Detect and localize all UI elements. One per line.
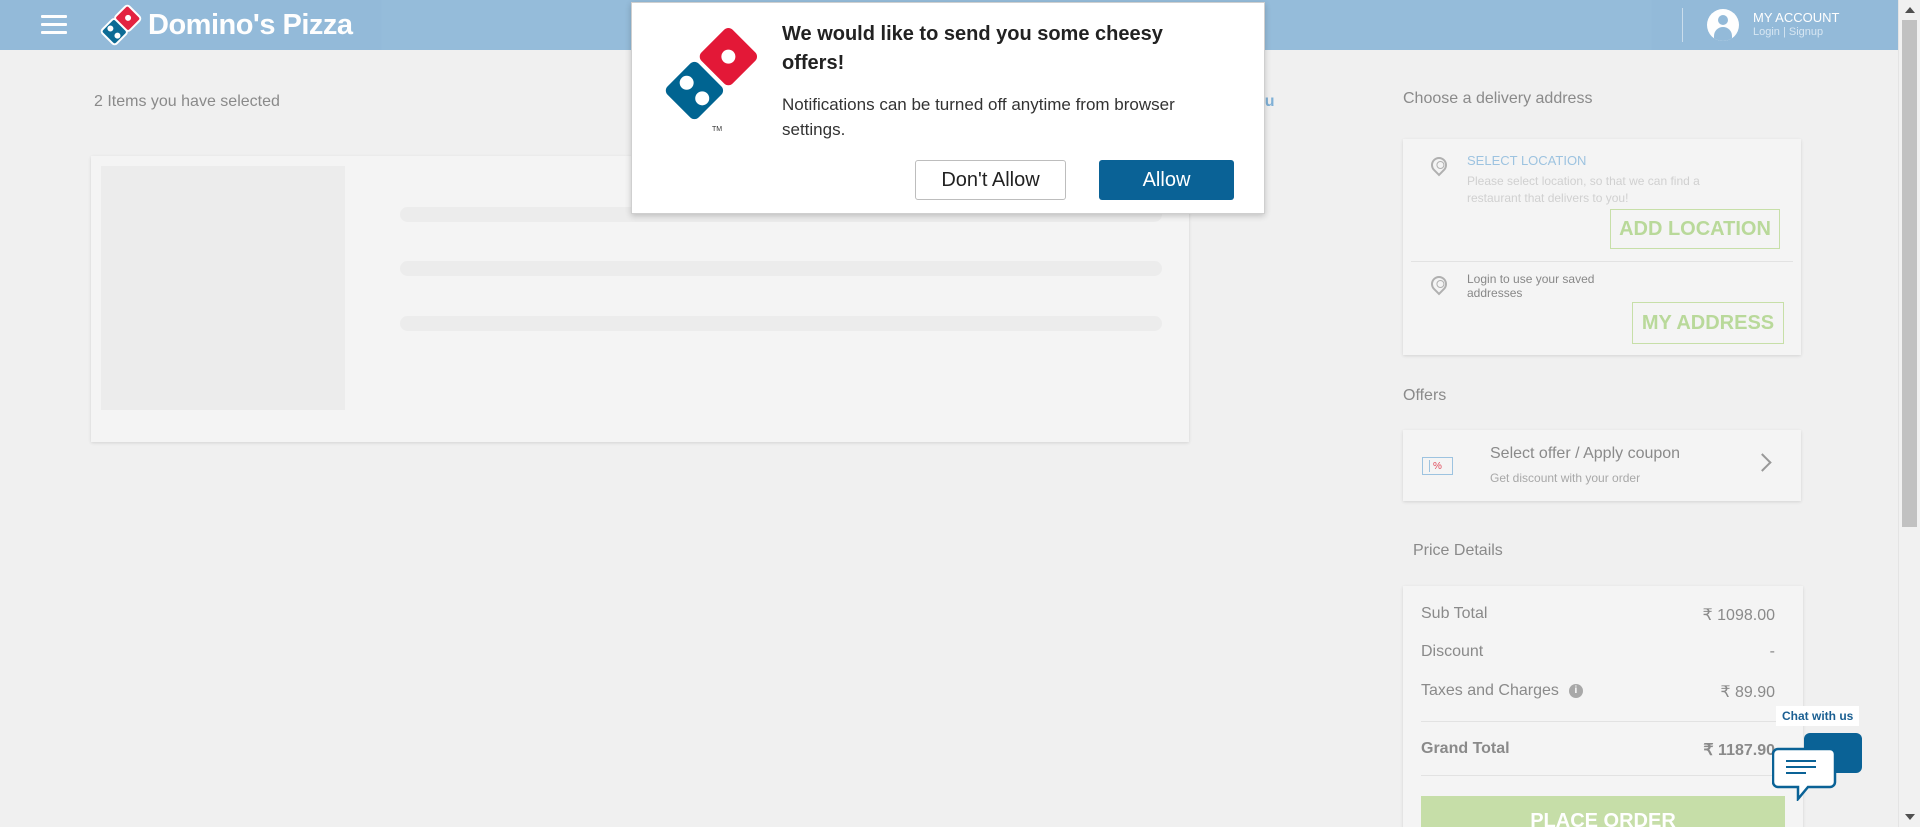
hamburger-menu-icon[interactable]: [41, 15, 67, 35]
user-avatar-icon[interactable]: [1707, 9, 1739, 41]
login-signup-link[interactable]: Login | Signup: [1753, 25, 1839, 39]
dialog-message: Notifications can be turned off anytime …: [782, 95, 1175, 139]
domino-tile-icon: [100, 4, 142, 46]
taxes-label: Taxes and Charges: [1421, 682, 1559, 699]
dominos-logo[interactable]: Domino's Pizza: [100, 4, 353, 46]
allow-button[interactable]: Allow: [1099, 160, 1234, 200]
dominos-logo-icon: TM: [665, 27, 758, 133]
select-location-desc: Please select location, so that we can f…: [1467, 174, 1700, 205]
saved-address-desc: Login to use your saved addresses: [1467, 272, 1595, 300]
offer-title: Select offer / Apply coupon: [1490, 445, 1681, 462]
chevron-right-icon: [1753, 453, 1772, 472]
place-order-button[interactable]: PLACE ORDER: [1421, 796, 1785, 827]
my-address-button[interactable]: MY ADDRESS: [1632, 302, 1784, 344]
delivery-section-title: Choose a delivery address: [1403, 90, 1593, 107]
grand-total-value: ₹ 1187.90: [1703, 742, 1775, 759]
loading-line: [400, 316, 1162, 331]
discount-label: Discount: [1421, 643, 1484, 660]
price-divider: [1421, 721, 1785, 722]
info-icon[interactable]: i: [1568, 683, 1583, 698]
taxes-value: ₹ 89.90: [1720, 684, 1775, 701]
chat-label[interactable]: Chat with us: [1776, 706, 1860, 726]
notification-permission-dialog: TM We would like to send you some cheesy…: [631, 2, 1265, 214]
scroll-thumb[interactable]: [1902, 20, 1917, 527]
discount-row: Discount -: [1421, 643, 1775, 661]
apply-coupon-card[interactable]: % Select offer / Apply coupon Get discou…: [1403, 430, 1801, 501]
add-location-button[interactable]: ADD LOCATION: [1610, 209, 1780, 249]
location-pin-icon: [1427, 153, 1451, 177]
price-details-card: Sub Total ₹ 1098.00 Discount - Taxes and…: [1403, 586, 1803, 827]
offer-subtitle: Get discount with your order: [1490, 471, 1641, 485]
sub-total-row: Sub Total ₹ 1098.00: [1421, 605, 1775, 625]
page-root: Domino's Pizza MY ACCOUNT Login | Signup…: [0, 0, 1920, 827]
discount-value: -: [1769, 643, 1775, 660]
items-selected-title: 2 Items you have selected: [94, 93, 280, 110]
delivery-address-card: SELECT LOCATION Please select location, …: [1403, 139, 1801, 355]
scroll-up-arrow-icon[interactable]: [1905, 7, 1915, 13]
price-divider: [1421, 775, 1785, 776]
select-location-title[interactable]: SELECT LOCATION: [1467, 153, 1586, 168]
chat-bubble-icon[interactable]: [1772, 731, 1868, 801]
grand-total-label: Grand Total: [1421, 740, 1510, 757]
trademark-mark: TM: [712, 126, 722, 133]
sub-total-value: ₹ 1098.00: [1702, 607, 1775, 624]
grand-total-row: Grand Total ₹ 1187.90: [1421, 740, 1775, 760]
loading-line: [400, 261, 1162, 276]
offers-section-title: Offers: [1403, 387, 1447, 404]
account-title[interactable]: MY ACCOUNT: [1753, 11, 1839, 25]
logo-text: Domino's Pizza: [148, 8, 353, 41]
dialog-title: We would like to send you some cheesy of…: [782, 23, 1163, 74]
location-pin-icon: [1427, 272, 1451, 296]
dont-allow-button[interactable]: Don't Allow: [915, 160, 1066, 200]
scroll-down-arrow-icon[interactable]: [1905, 814, 1915, 820]
sub-total-label: Sub Total: [1421, 605, 1488, 622]
price-section-title: Price Details: [1413, 542, 1503, 559]
header-divider: [1682, 8, 1683, 42]
taxes-row: Taxes and Charges i ₹ 89.90: [1421, 682, 1775, 702]
vertical-scrollbar[interactable]: [1898, 0, 1920, 827]
address-divider: [1411, 261, 1793, 262]
item-image-placeholder: [101, 166, 345, 410]
my-account[interactable]: MY ACCOUNT Login | Signup: [1682, 0, 1839, 50]
coupon-icon: %: [1422, 457, 1453, 475]
